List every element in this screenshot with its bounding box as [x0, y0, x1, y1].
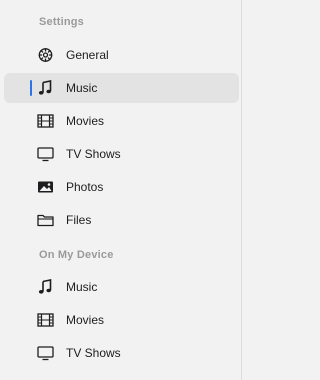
sidebar-item-movies[interactable]: Movies	[0, 106, 240, 136]
film-icon	[37, 312, 54, 328]
sidebar-item-label: Files	[66, 213, 92, 227]
tv-icon	[37, 146, 54, 162]
sidebar-item-device-movies[interactable]: Movies	[0, 305, 240, 335]
section-header-on-my-device: On My Device	[39, 249, 114, 261]
sidebar-item-label: TV Shows	[66, 147, 121, 161]
sidebar-item-music[interactable]: Music	[4, 73, 239, 103]
sidebar-item-label: Photos	[66, 180, 104, 194]
sidebar-item-label: Music	[66, 81, 98, 95]
sidebar: Settings General Music Movies TV Shows P…	[0, 0, 242, 380]
sidebar-item-photos[interactable]: Photos	[0, 172, 240, 202]
sidebar-item-device-music[interactable]: Music	[0, 272, 240, 302]
selection-indicator	[30, 80, 32, 96]
sidebar-item-files[interactable]: Files	[0, 205, 240, 235]
sidebar-item-label: Movies	[66, 313, 105, 327]
film-icon	[37, 113, 54, 129]
section-header-settings: Settings	[39, 16, 84, 28]
tv-icon	[37, 345, 54, 361]
sidebar-item-label: Movies	[66, 114, 105, 128]
photo-icon	[37, 179, 54, 195]
folder-icon	[37, 212, 54, 228]
sidebar-item-general[interactable]: General	[0, 40, 240, 70]
sidebar-item-device-tv-shows[interactable]: TV Shows	[0, 338, 240, 368]
sidebar-item-tv-shows[interactable]: TV Shows	[0, 139, 240, 169]
music-note-icon	[37, 80, 54, 96]
music-note-icon	[37, 279, 54, 295]
sidebar-item-label: General	[66, 48, 109, 62]
sidebar-item-label: TV Shows	[66, 346, 121, 360]
sidebar-item-label: Music	[66, 280, 98, 294]
gear-icon	[37, 47, 54, 63]
